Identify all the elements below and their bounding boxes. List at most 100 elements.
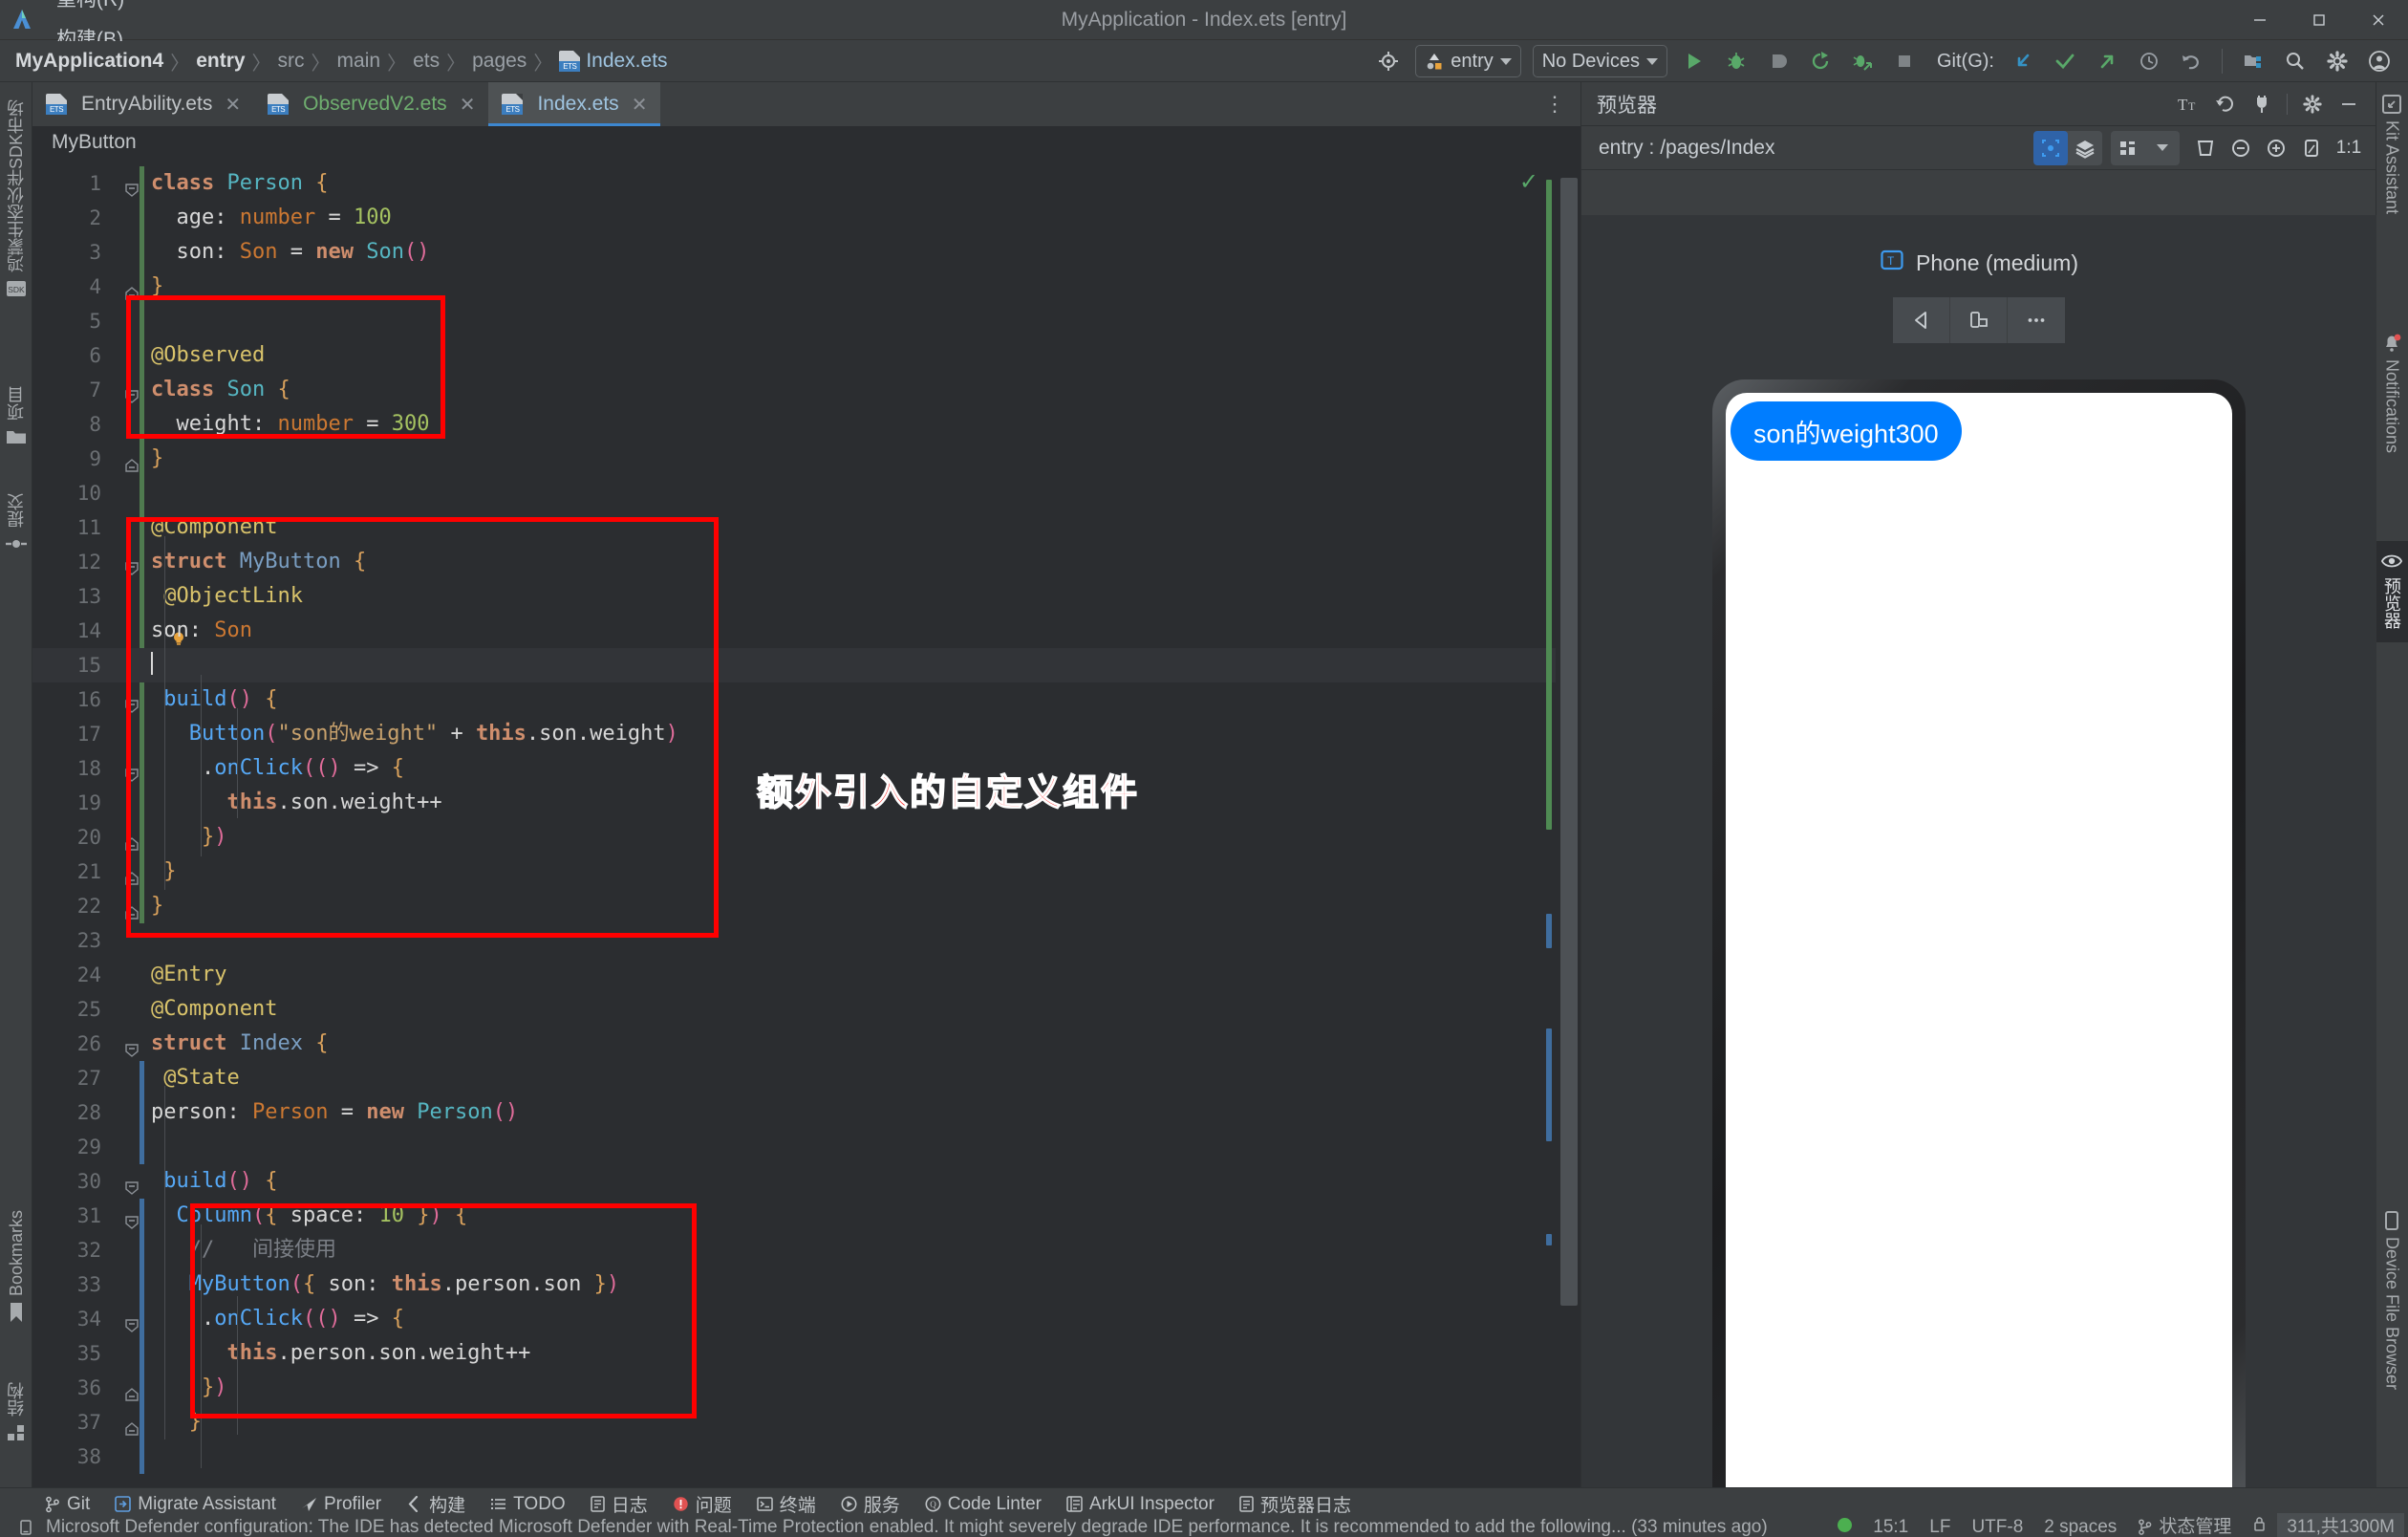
code-text[interactable]: build() { [151, 1164, 277, 1199]
code-text[interactable]: }) [151, 820, 227, 855]
code-text[interactable]: }) [151, 1371, 227, 1405]
sidebar-item-commit[interactable]: 提交 [0, 493, 32, 554]
code-line[interactable]: 9} [32, 442, 1580, 476]
fold-close-icon[interactable] [124, 450, 141, 472]
code-line[interactable]: 2 age: number = 100 [32, 201, 1580, 235]
code-line[interactable]: 30 build() { [32, 1164, 1580, 1199]
breadcrumb-item-src[interactable]: src [278, 50, 305, 73]
code-text[interactable]: this.son.weight++ [151, 786, 441, 820]
code-line[interactable]: 14 son: Son [32, 614, 1580, 648]
close-icon[interactable]: ✕ [225, 93, 241, 117]
run-configuration-selector[interactable]: entry [1415, 45, 1521, 77]
code-text[interactable]: weight: number = 300 [151, 407, 430, 442]
code-line[interactable]: 23 [32, 923, 1580, 958]
device-back-button[interactable] [1893, 297, 1950, 343]
maximize-button[interactable] [2290, 0, 2349, 40]
code-line[interactable]: 22} [32, 889, 1580, 923]
rightbar-item-previewer[interactable]: 预览器 [2376, 541, 2408, 642]
breadcrumb-item-myapplication4[interactable]: MyApplication4 [15, 50, 163, 73]
fold-open-icon[interactable] [124, 553, 141, 575]
close-icon[interactable]: ✕ [632, 93, 648, 117]
code-line[interactable]: 33 MyButton({ son: this.person.son }) [32, 1267, 1580, 1302]
code-editor[interactable]: 1 class Person {2 age: number = 100 3 son:… [32, 159, 1580, 1487]
zoom-out-icon[interactable] [2224, 131, 2258, 165]
code-line[interactable]: 34 .onClick(() => { [32, 1302, 1580, 1336]
code-text[interactable]: @Component [151, 992, 277, 1027]
rotate-device-icon[interactable] [2294, 131, 2329, 165]
fold-open-icon[interactable] [124, 1207, 141, 1229]
fold-close-icon[interactable] [124, 898, 141, 920]
code-text[interactable]: Button("son的weight" + this.son.weight) [151, 717, 678, 751]
rerun-button[interactable] [1801, 42, 1839, 80]
code-text[interactable]: this.person.son.weight++ [151, 1336, 530, 1371]
code-text[interactable]: son: Son [151, 614, 252, 648]
account-button[interactable] [2360, 42, 2398, 80]
code-text[interactable]: @Component [151, 510, 277, 545]
editor-scrollbar[interactable] [1556, 159, 1580, 1487]
code-text[interactable]: @ObjectLink [151, 579, 303, 614]
attach-debugger-button[interactable] [1843, 42, 1881, 80]
code-text[interactable]: } [151, 442, 163, 476]
code-text[interactable]: .onClick(() => { [151, 751, 404, 786]
close-button[interactable] [2349, 0, 2408, 40]
code-text[interactable]: age: number = 100 [151, 201, 392, 235]
tab-overflow-button[interactable]: ⋮ [1529, 82, 1580, 126]
fold-open-icon[interactable] [124, 381, 141, 403]
fold-close-icon[interactable] [124, 1379, 141, 1401]
tab-index[interactable]: ETS Index.ets ✕ [488, 82, 661, 126]
menu-item-5[interactable]: 重构(R) [44, 0, 141, 20]
git-commit-button[interactable] [2046, 42, 2084, 80]
code-text[interactable]: class Person { [151, 166, 328, 201]
breadcrumb-item-main[interactable]: main [337, 50, 381, 73]
multi-device-icon[interactable] [2111, 131, 2145, 165]
run-button[interactable] [1675, 42, 1713, 80]
code-line[interactable]: 1 class Person { [32, 166, 1580, 201]
code-line[interactable]: 6 @Observed [32, 338, 1580, 373]
line-separator[interactable]: LF [1919, 1513, 1961, 1537]
sidebar-item-bookmarks[interactable]: Bookmarks [0, 1210, 32, 1323]
git-rollback-button[interactable] [2172, 42, 2210, 80]
code-line[interactable]: 29 [32, 1130, 1580, 1164]
gear-icon[interactable] [2295, 87, 2330, 121]
tab-observedv2[interactable]: ETS ObservedV2.ets ✕ [254, 82, 488, 126]
code-line[interactable]: 37 } [32, 1405, 1580, 1440]
layers-icon[interactable] [2068, 131, 2102, 165]
code-text[interactable]: build() { [151, 682, 277, 717]
memory-indicator[interactable]: 311,共1300M [2277, 1513, 2404, 1537]
fit-frame-icon[interactable] [2188, 131, 2223, 165]
stop-button[interactable] [1885, 42, 1924, 80]
code-line[interactable]: 32 // 间接使用 [32, 1233, 1580, 1267]
code-line[interactable]: 31 Column({ space: 10 }) { [32, 1199, 1580, 1233]
code-line[interactable]: 24 @Entry [32, 958, 1580, 992]
tab-entryability[interactable]: ETS EntryAbility.ets ✕ [32, 82, 254, 126]
font-size-icon[interactable]: TT [2172, 87, 2206, 121]
git-pull-button[interactable] [2004, 42, 2042, 80]
code-text[interactable]: struct Index { [151, 1027, 328, 1061]
fold-close-icon[interactable] [124, 1414, 141, 1436]
code-line[interactable]: 5 [32, 304, 1580, 338]
device-selector[interactable]: No Devices [1532, 45, 1667, 77]
minimize-panel-icon[interactable] [2332, 87, 2366, 121]
code-text[interactable]: } [151, 270, 163, 304]
git-branch[interactable]: 状态管理 [2127, 1513, 2242, 1537]
rightbar-item-notifications[interactable]: Notifications [2376, 333, 2408, 453]
fold-open-icon[interactable] [124, 760, 141, 782]
code-text[interactable]: // 间接使用 [151, 1233, 336, 1267]
code-line[interactable]: 38 [32, 1440, 1580, 1474]
code-line[interactable]: 10 [32, 476, 1580, 510]
project-structure-button[interactable] [2234, 42, 2272, 80]
breadcrumb-item-entry[interactable]: entry [196, 50, 245, 73]
code-line[interactable]: 7 class Son { [32, 373, 1580, 407]
fold-close-icon[interactable] [124, 829, 141, 851]
code-text[interactable]: struct MyButton { [151, 545, 366, 579]
code-line[interactable]: 12 struct MyButton { [32, 545, 1580, 579]
code-line[interactable]: 35 this.person.son.weight++ [32, 1336, 1580, 1371]
sidebar-item-project[interactable]: 项目 [0, 386, 32, 447]
fold-open-icon[interactable] [124, 1173, 141, 1195]
code-line[interactable]: 36 }) [32, 1371, 1580, 1405]
code-text[interactable]: .onClick(() => { [151, 1302, 404, 1336]
code-line[interactable]: 3 son: Son = new Son() [32, 235, 1580, 270]
sidebar-item-structure[interactable]: 结构 [0, 1382, 32, 1443]
code-line[interactable]: 27 @State [32, 1061, 1580, 1095]
code-line[interactable]: 20 }) [32, 820, 1580, 855]
